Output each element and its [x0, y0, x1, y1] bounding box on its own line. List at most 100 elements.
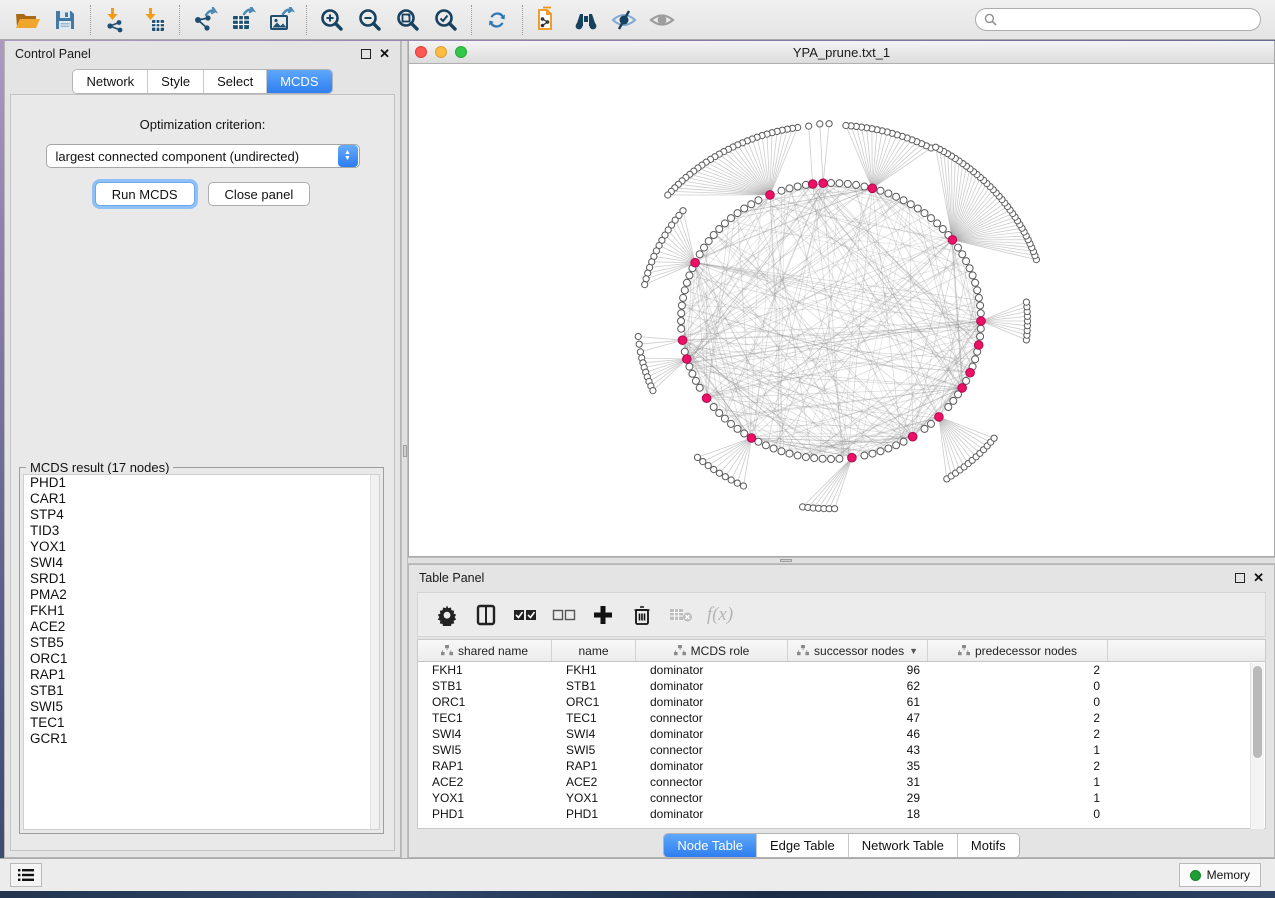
leaf-node[interactable] — [636, 341, 642, 347]
ring-node[interactable] — [728, 215, 735, 222]
tab-network[interactable]: Network — [73, 70, 148, 93]
leaf-node[interactable] — [817, 121, 823, 127]
ring-node[interactable] — [914, 205, 921, 212]
mcds-result-item[interactable]: ACE2 — [24, 619, 379, 635]
table-cell[interactable]: 0 — [928, 694, 1108, 710]
deselect-all-button[interactable] — [549, 600, 579, 630]
ring-node[interactable] — [716, 226, 723, 233]
ring-node[interactable] — [974, 287, 981, 294]
ring-node[interactable] — [836, 180, 843, 187]
mcds-result-item[interactable]: SRD1 — [24, 571, 379, 587]
ring-node[interactable] — [748, 201, 755, 208]
mcds-hub-node[interactable] — [848, 453, 857, 462]
mcds-hub-node[interactable] — [935, 413, 944, 422]
ring-node[interactable] — [710, 404, 717, 411]
ring-node[interactable] — [945, 404, 952, 411]
mcds-hub-node[interactable] — [974, 341, 983, 350]
table-cell[interactable]: connector — [636, 790, 788, 806]
leaf-node[interactable] — [643, 276, 649, 282]
mcds-hub-node[interactable] — [747, 434, 756, 443]
ring-node[interactable] — [836, 455, 843, 462]
export-table-button[interactable] — [224, 3, 262, 37]
leaf-node[interactable] — [705, 463, 711, 469]
splitter-grip[interactable] — [403, 445, 407, 457]
mcds-hub-node[interactable] — [691, 258, 700, 267]
ring-node[interactable] — [681, 348, 688, 355]
float-panel-icon[interactable] — [361, 49, 371, 59]
ring-node[interactable] — [728, 420, 735, 427]
table-cell[interactable]: 2 — [928, 758, 1108, 774]
leaf-node[interactable] — [826, 121, 832, 127]
network-graph-canvas[interactable] — [409, 64, 1274, 555]
table-cell[interactable]: dominator — [636, 678, 788, 694]
import-table-button[interactable] — [135, 3, 173, 37]
table-cell[interactable]: FKH1 — [418, 662, 552, 678]
table-cell[interactable]: YOX1 — [418, 790, 552, 806]
zoom-out-button[interactable] — [351, 3, 389, 37]
show-selection-button[interactable] — [643, 3, 681, 37]
mcds-result-item[interactable]: SWI5 — [24, 699, 379, 715]
mcds-hub-node[interactable] — [808, 180, 817, 189]
ring-node[interactable] — [802, 454, 809, 461]
table-cell[interactable]: connector — [636, 742, 788, 758]
table-row[interactable]: STB1STB1dominator620 — [418, 678, 1265, 694]
share-document-button[interactable] — [529, 3, 567, 37]
column-header-shared-name[interactable]: shared name — [418, 640, 552, 661]
column-header-MCDS-role[interactable]: MCDS role — [636, 640, 788, 661]
tab-select[interactable]: Select — [204, 70, 267, 93]
table-cell[interactable]: SWI4 — [418, 726, 552, 742]
leaf-node[interactable] — [933, 144, 939, 150]
ring-node[interactable] — [966, 265, 973, 272]
table-row[interactable]: RAP1RAP1dominator352 — [418, 758, 1265, 774]
ring-node[interactable] — [811, 455, 818, 462]
table-cell[interactable]: 62 — [788, 678, 928, 694]
table-row[interactable]: ACE2ACE2connector311 — [418, 774, 1265, 790]
ring-node[interactable] — [734, 210, 741, 217]
mcds-result-item[interactable]: YOX1 — [24, 539, 379, 555]
ring-node[interactable] — [678, 318, 685, 325]
table-cell[interactable]: PHD1 — [418, 806, 552, 822]
toggle-columns-button[interactable] — [471, 600, 501, 630]
ring-node[interactable] — [794, 452, 801, 459]
save-session-button[interactable] — [46, 3, 84, 37]
delete-table-button[interactable] — [666, 600, 696, 630]
table-cell[interactable]: 35 — [788, 758, 928, 774]
ring-node[interactable] — [921, 210, 928, 217]
table-cell[interactable]: 1 — [928, 790, 1108, 806]
ring-node[interactable] — [778, 187, 785, 194]
mcds-result-list[interactable]: PHD1CAR1STP4TID3YOX1SWI4SRD1PMA2FKH1ACE2… — [23, 474, 380, 830]
ring-node[interactable] — [885, 445, 892, 452]
hide-selection-button[interactable] — [605, 3, 643, 37]
table-cell[interactable]: 1 — [928, 742, 1108, 758]
ring-node[interactable] — [907, 201, 914, 208]
table-cell[interactable]: connector — [636, 774, 788, 790]
ring-node[interactable] — [786, 450, 793, 457]
ring-node[interactable] — [934, 220, 941, 227]
table-settings-button[interactable] — [432, 600, 462, 630]
ring-node[interactable] — [921, 425, 928, 432]
mcds-result-item[interactable]: STP4 — [24, 507, 379, 523]
ring-node[interactable] — [701, 244, 708, 251]
tab-node-table[interactable]: Node Table — [664, 834, 757, 857]
ring-node[interactable] — [861, 452, 868, 459]
mcds-result-item[interactable]: PHD1 — [24, 475, 379, 491]
ring-node[interactable] — [955, 244, 962, 251]
leaf-node[interactable] — [637, 349, 643, 355]
ring-node[interactable] — [877, 187, 884, 194]
table-cell[interactable]: 61 — [788, 694, 928, 710]
table-row[interactable]: SWI4SWI4dominator462 — [418, 726, 1265, 742]
table-cell[interactable]: TEC1 — [418, 710, 552, 726]
ring-node[interactable] — [939, 226, 946, 233]
table-cell[interactable]: YOX1 — [552, 790, 636, 806]
search-input[interactable] — [1002, 13, 1252, 27]
run-mcds-button[interactable]: Run MCDS — [95, 182, 195, 206]
ring-node[interactable] — [828, 180, 835, 187]
table-cell[interactable]: FKH1 — [552, 662, 636, 678]
ring-node[interactable] — [705, 238, 712, 245]
ring-node[interactable] — [734, 425, 741, 432]
ring-node[interactable] — [893, 442, 900, 449]
ring-node[interactable] — [678, 310, 685, 317]
optimization-criterion-select[interactable]: largest connected component (undirected)… — [46, 144, 360, 168]
ring-node[interactable] — [762, 442, 769, 449]
ring-node[interactable] — [977, 302, 984, 309]
